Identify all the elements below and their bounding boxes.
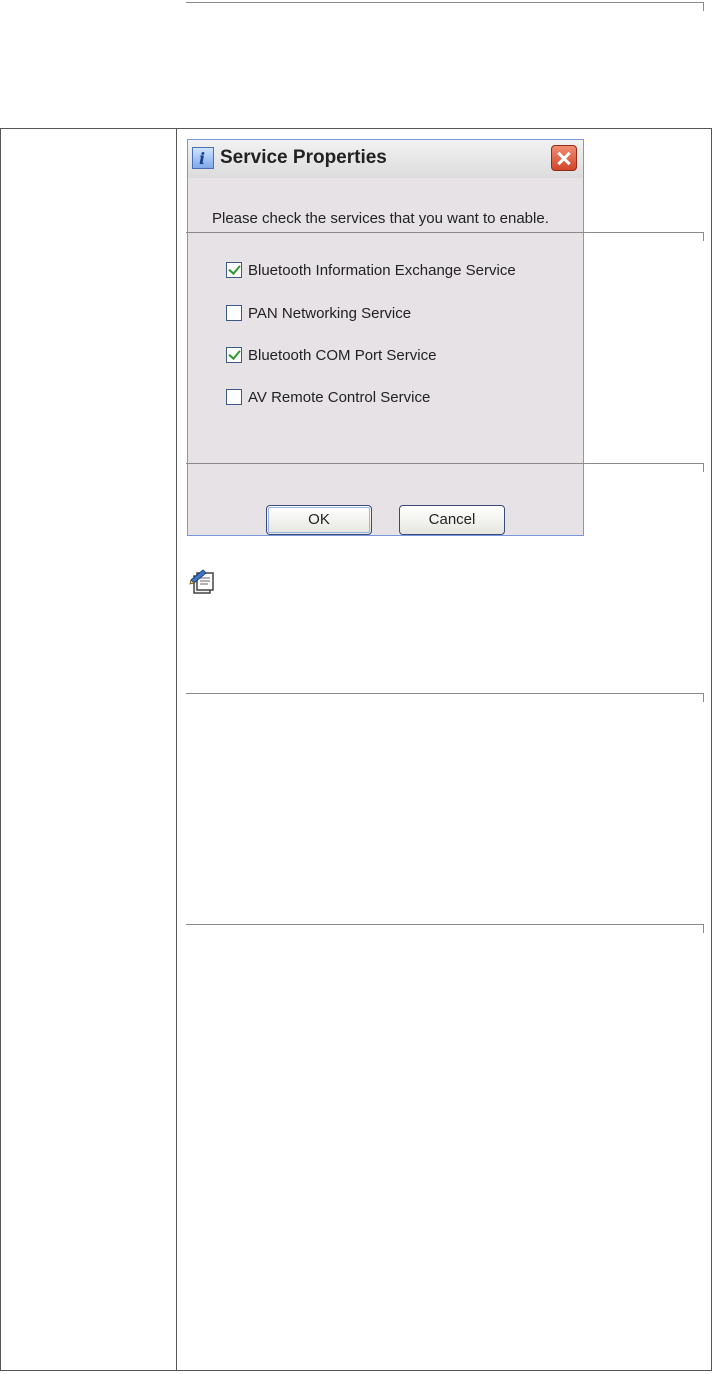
service-option-com-port[interactable]: Bluetooth COM Port Service: [226, 345, 436, 365]
checkbox[interactable]: [226, 347, 242, 363]
rule-3: [186, 693, 703, 694]
ok-button[interactable]: OK: [266, 505, 372, 535]
rule-2: [186, 463, 703, 464]
rule-4-tick: [703, 924, 704, 933]
rule-4: [186, 924, 703, 925]
service-label: AV Remote Control Service: [248, 388, 431, 406]
close-icon[interactable]: [551, 145, 577, 171]
checkbox[interactable]: [226, 389, 242, 405]
checkbox[interactable]: [226, 305, 242, 321]
rule-1: [186, 232, 703, 233]
note-icon: [189, 569, 214, 594]
table-column-divider: [176, 128, 177, 1371]
service-properties-dialog: Service Properties Please check the serv…: [187, 139, 584, 536]
checkbox[interactable]: [226, 262, 242, 278]
rule-3-tick: [703, 693, 704, 702]
cancel-button[interactable]: Cancel: [399, 505, 505, 535]
top-rule: [186, 2, 703, 3]
dialog-titlebar: Service Properties: [188, 140, 583, 178]
instruction-text: Please check the services that you want …: [212, 210, 549, 227]
service-label: PAN Networking Service: [248, 304, 412, 322]
info-icon: [192, 147, 214, 169]
service-option-pan-networking[interactable]: PAN Networking Service: [226, 303, 411, 323]
rule-2-tick: [703, 463, 704, 472]
service-option-info-exchange[interactable]: Bluetooth Information Exchange Service: [226, 260, 516, 280]
dialog-title: Service Properties: [220, 147, 387, 168]
rule-1-tick: [703, 232, 704, 241]
service-label: Bluetooth Information Exchange Service: [248, 261, 516, 279]
service-option-av-remote[interactable]: AV Remote Control Service: [226, 387, 430, 407]
service-label: Bluetooth COM Port Service: [248, 346, 437, 364]
top-rule-tick: [703, 2, 704, 11]
